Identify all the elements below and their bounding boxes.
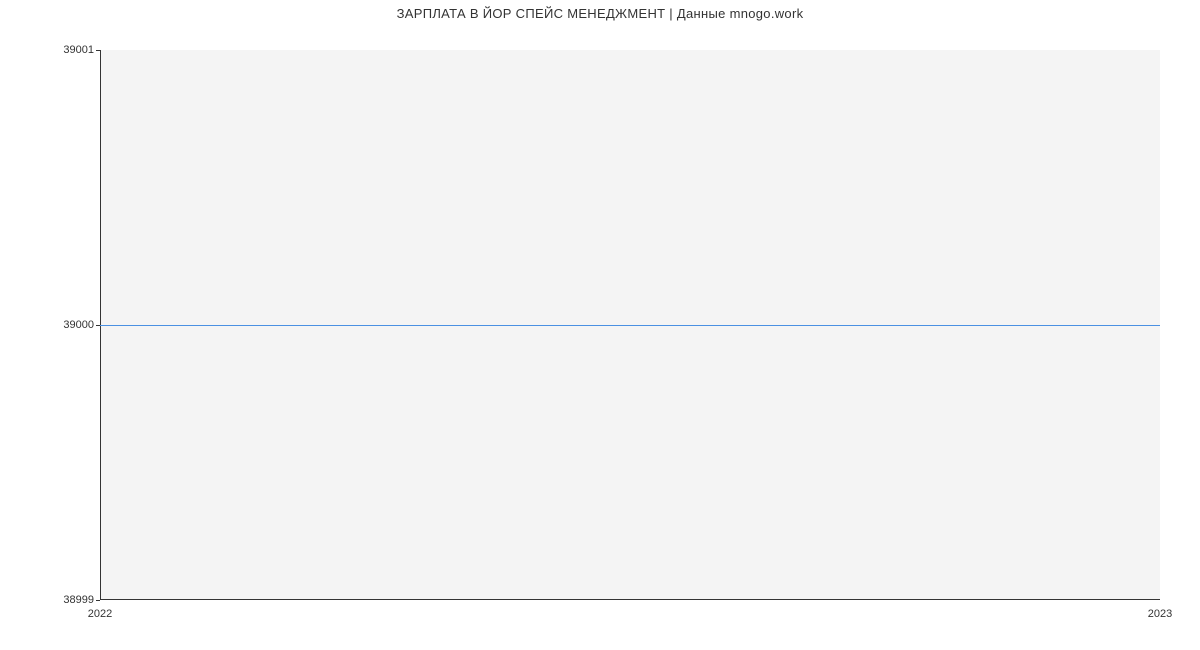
y-tick-label: 38999: [4, 594, 94, 606]
y-tick: [96, 50, 100, 51]
x-tick-label: 2022: [88, 608, 112, 620]
chart-title: ЗАРПЛАТА В ЙОР СПЕЙС МЕНЕДЖМЕНТ | Данные…: [0, 6, 1200, 21]
y-tick-label: 39001: [4, 44, 94, 56]
y-tick: [96, 600, 100, 601]
series-line: [100, 325, 1160, 326]
x-tick-label: 2023: [1148, 608, 1172, 620]
chart-container: ЗАРПЛАТА В ЙОР СПЕЙС МЕНЕДЖМЕНТ | Данные…: [0, 0, 1200, 650]
y-tick-label: 39000: [4, 319, 94, 331]
